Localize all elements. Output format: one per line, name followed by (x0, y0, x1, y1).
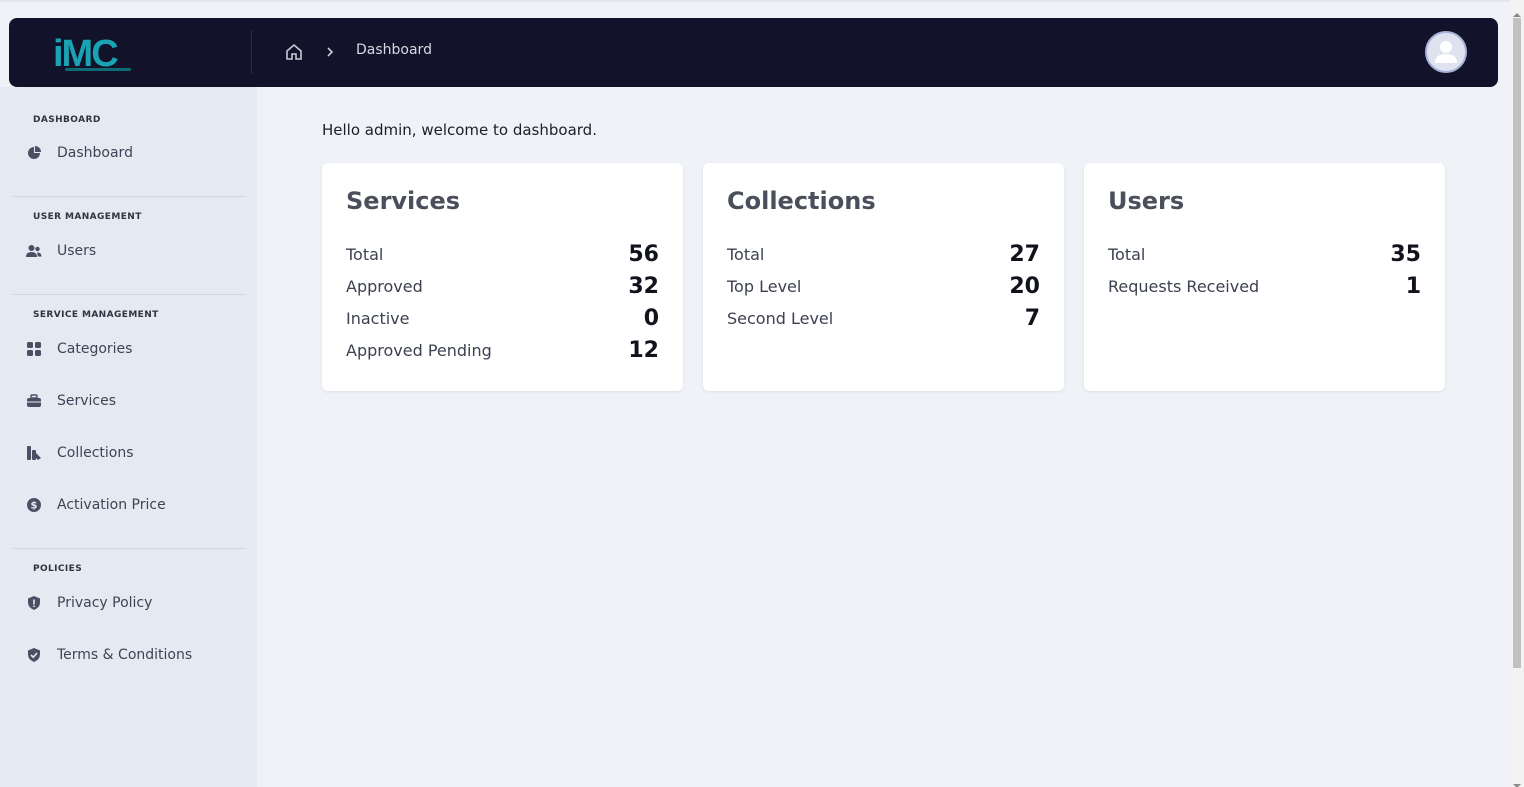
sidebar-item-activation-price[interactable]: $ Activation Price (22, 490, 244, 520)
card-title: Collections (727, 187, 876, 215)
stat-value: 12 (628, 337, 659, 363)
sidebar-item-label: Activation Price (57, 497, 166, 513)
svg-text:$: $ (31, 501, 38, 512)
card-title: Services (346, 187, 461, 215)
stat-label: Total (1108, 244, 1146, 264)
home-icon[interactable] (284, 42, 304, 62)
stat-label: Top Level (727, 276, 802, 296)
chevron-right-icon (323, 44, 337, 58)
scrollbar-thumb[interactable] (1513, 18, 1521, 668)
stat-label: Total (727, 244, 765, 264)
stat-value: 7 (1024, 305, 1040, 331)
sidebar-item-privacy-policy[interactable]: Privacy Policy (22, 588, 244, 618)
users-card: Users Total 35 Requests Received 1 (1084, 163, 1445, 391)
stat-value: 1 (1405, 273, 1421, 299)
stat-value: 0 (643, 305, 659, 331)
sidebar-item-dashboard[interactable]: Dashboard (22, 138, 244, 168)
sidebar-divider (13, 294, 245, 295)
stat-row: Total 35 (1108, 240, 1421, 268)
sidebar-item-label: Categories (57, 341, 133, 357)
services-card: Services Total 56 Approved 32 Inactive 0… (322, 163, 683, 391)
sidebar-item-label: Terms & Conditions (57, 647, 193, 663)
sidebar-item-label: Privacy Policy (57, 595, 153, 611)
page-scrollbar[interactable] (1510, 0, 1524, 787)
sidebar-item-collections[interactable]: Collections (22, 438, 244, 468)
sidebar-section-policies: POLICIES (33, 564, 83, 574)
scroll-down-arrow-icon[interactable] (1513, 775, 1521, 787)
sidebar-item-services[interactable]: Services (22, 386, 244, 416)
header-divider (251, 30, 252, 74)
shield-check-icon (24, 647, 44, 663)
brand-logo[interactable]: iMC (53, 32, 143, 76)
sidebar-item-categories[interactable]: Categories (22, 334, 244, 364)
sidebar-item-label: Services (57, 393, 117, 409)
sidebar-section-user-management: USER MANAGEMENT (33, 212, 142, 222)
sidebar-divider (13, 548, 245, 549)
stat-row: Requests Received 1 (1108, 272, 1421, 300)
stat-row: Total 27 (727, 240, 1040, 268)
sidebar-section-service-management: SERVICE MANAGEMENT (33, 310, 159, 320)
stat-row: Approved Pending 12 (346, 336, 659, 364)
stat-label: Inactive (346, 308, 410, 328)
sidebar-item-label: Users (57, 243, 97, 259)
sidebar-item-users[interactable]: Users (22, 236, 244, 266)
scroll-up-arrow-icon[interactable] (1513, 4, 1521, 17)
sidebar-item-terms-conditions[interactable]: Terms & Conditions (22, 640, 244, 670)
breadcrumb-current: Dashboard (356, 42, 432, 58)
briefcase-icon (24, 393, 44, 409)
stat-label: Approved (346, 276, 423, 296)
stat-label: Requests Received (1108, 276, 1260, 296)
stat-label: Second Level (727, 308, 834, 328)
stat-label: Total (346, 244, 384, 264)
sidebar-divider (13, 196, 245, 197)
stat-row: Top Level 20 (727, 272, 1040, 300)
top-header: iMC Dashboard (9, 18, 1498, 87)
user-avatar[interactable] (1425, 31, 1467, 73)
stat-value: 27 (1009, 241, 1040, 267)
welcome-message: Hello admin, welcome to dashboard. (322, 121, 597, 139)
stat-row: Approved 32 (346, 272, 659, 300)
sidebar-section-dashboard: DASHBOARD (33, 115, 101, 125)
card-title: Users (1108, 187, 1185, 215)
stat-value: 20 (1009, 273, 1040, 299)
top-edge (0, 0, 1524, 2)
sidebar-item-label: Collections (57, 445, 134, 461)
stat-value: 56 (628, 241, 659, 267)
pie-chart-icon (24, 145, 44, 161)
stat-row: Total 56 (346, 240, 659, 268)
shield-icon (24, 595, 44, 611)
stat-label: Approved Pending (346, 340, 492, 360)
stat-value: 32 (628, 273, 659, 299)
grid-icon (24, 341, 44, 357)
users-icon (24, 243, 44, 259)
collections-icon (24, 445, 44, 461)
sidebar: DASHBOARD Dashboard USER MANAGEMENT User… (0, 87, 257, 787)
dollar-icon: $ (24, 497, 44, 513)
stat-value: 35 (1390, 241, 1421, 267)
sidebar-item-label: Dashboard (57, 145, 133, 161)
stat-row: Second Level 7 (727, 304, 1040, 332)
collections-card: Collections Total 27 Top Level 20 Second… (703, 163, 1064, 391)
stat-row: Inactive 0 (346, 304, 659, 332)
